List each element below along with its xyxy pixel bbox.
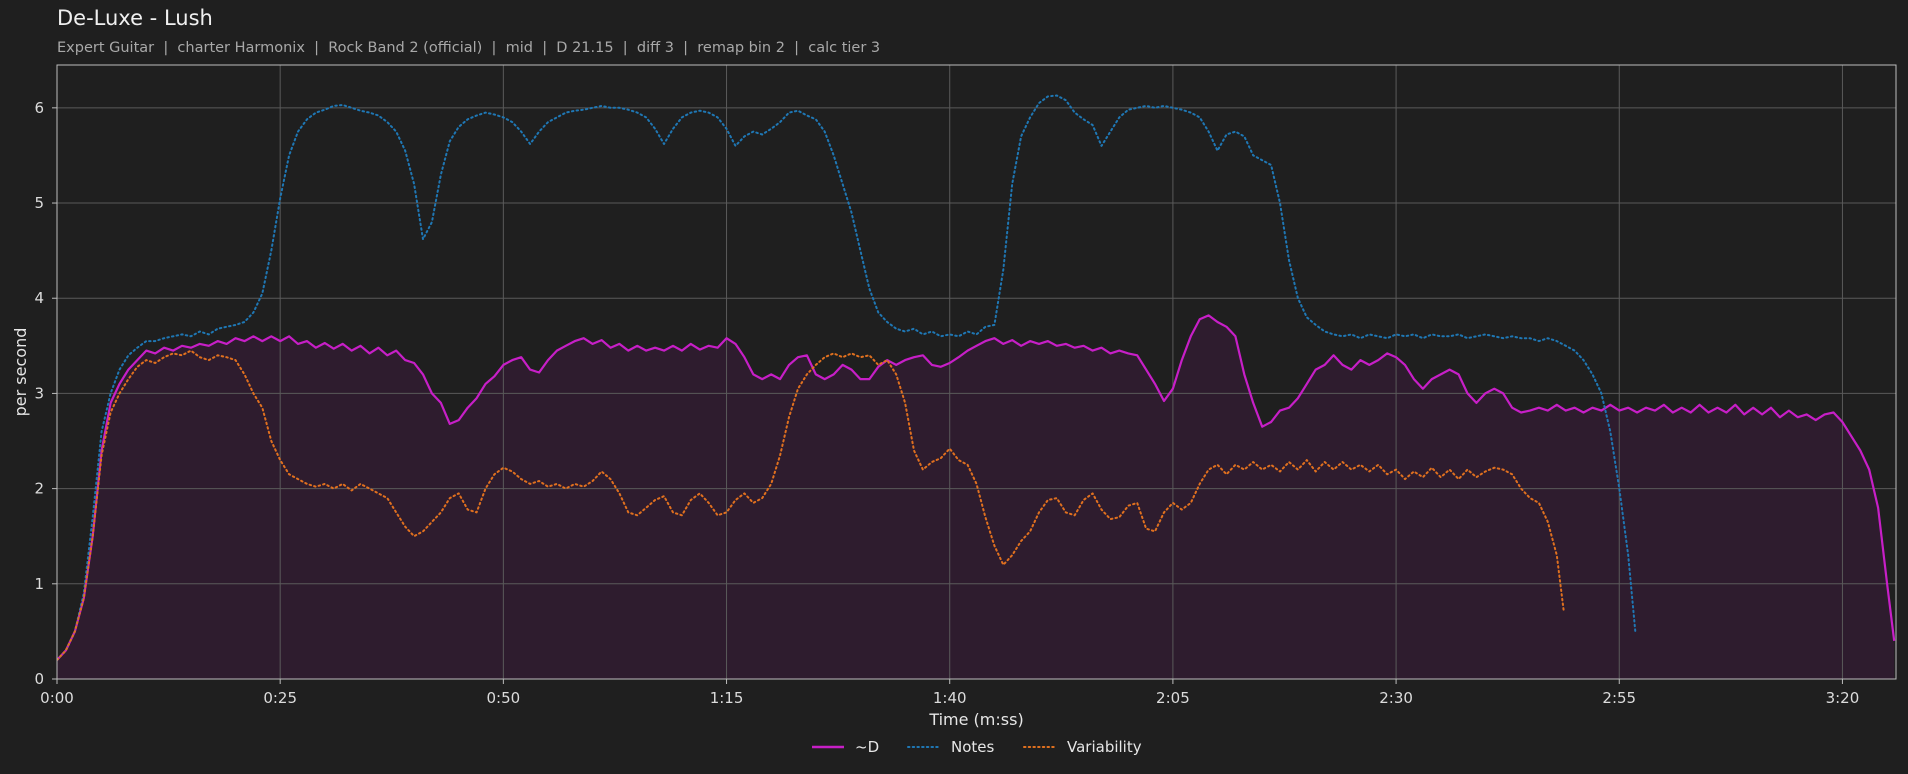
x-tick-label: 1:15 [710, 689, 744, 707]
legend-label: Notes [951, 738, 995, 756]
y-tick-label: 4 [34, 289, 44, 307]
y-tick-label: 2 [34, 480, 44, 498]
y-tick-label: 3 [34, 384, 44, 402]
x-tick-label: 2:05 [1156, 689, 1190, 707]
y-tick-label: 5 [34, 194, 44, 212]
y-tick-label: 6 [34, 99, 44, 117]
line-chart: 0:00 0:25 0:50 1:15 1:40 2:05 2:30 2:55 3:20 0 1 2 3… [11, 64, 1897, 756]
y-tick-label: 0 [34, 670, 44, 688]
y-tick-label: 1 [34, 575, 44, 593]
legend-label: ~D [855, 738, 879, 756]
x-tick-label: 3:20 [1826, 689, 1860, 707]
x-tick-label: 1:40 [933, 689, 967, 707]
x-tick-label: 0:00 [40, 689, 74, 707]
x-tick-label: 2:55 [1602, 689, 1636, 707]
x-axis-label: Time (m:ss) [928, 710, 1023, 729]
x-tick-label: 2:30 [1379, 689, 1413, 707]
x-tick-label: 0:50 [487, 689, 521, 707]
x-tick-label: 0:25 [263, 689, 297, 707]
legend-label: Variability [1067, 738, 1142, 756]
y-axis-label: per second [11, 328, 30, 417]
